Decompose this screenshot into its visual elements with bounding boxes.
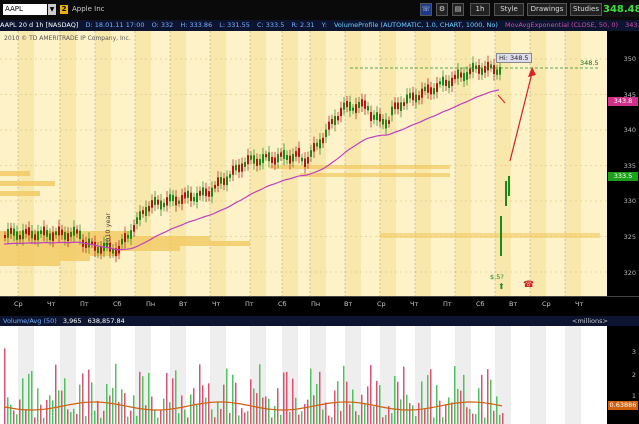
price-tick: 335 [623,162,636,170]
time-axis-label: Ср [542,300,551,308]
high-price-tag: 348.5 [580,59,599,67]
time-axis-label: Ср [377,300,386,308]
time-axis-label: Чт [410,300,419,308]
volume-chart[interactable] [0,326,607,424]
close-label: C: 333.5 [256,21,285,29]
volume-study-label[interactable]: Volume/Avg (50) [3,317,57,325]
last-price-badge: 333.5 [608,172,638,181]
time-axis-label: Чт [212,300,221,308]
symbol-dropdown-icon[interactable]: ▼ [48,4,56,15]
price-tick: 350 [623,55,636,63]
volume-tick: 3 [631,348,636,356]
earnings-marker-icon[interactable]: ☎ [523,280,534,290]
drawings-button[interactable]: Drawings [527,3,567,16]
style-button[interactable]: Style [494,3,524,16]
period-label: AAPL 20 d 1h [NASDAQ] [0,21,79,29]
study-info-bar: AAPL 20 d 1h [NASDAQ] D: 18.01.11 17:00 … [0,20,639,31]
volume-axis: 3 2 1 0.63886 [607,326,639,424]
volume-value: 3,965 [62,317,82,325]
ema-study[interactable]: MovAvgExponential (CLOSE, 50, 0) [505,21,618,29]
symbol-input[interactable]: AAPL [3,4,47,15]
price-tick: 325 [623,233,636,241]
company-name: Apple Inc [72,5,105,13]
high-label: H: 333.86 [180,21,213,29]
timeframe-button[interactable]: 1h [470,3,490,16]
date-label: D: 18.01.11 17:00 [85,21,145,29]
price-chart-canvas [0,31,607,296]
dividend-marker[interactable]: $.5? [490,273,504,281]
ema-price-badge: 343.8 [608,97,638,106]
time-axis-label: Вт [509,300,518,308]
time-axis-label: Чт [47,300,56,308]
time-axis-label: Сб [476,300,485,308]
volume-profile-study[interactable]: VolumeProfile (AUTOMATIC, 1.0, CHART, 10… [334,21,498,29]
year-marker: 2010 year [104,212,112,246]
time-axis-label: Чт [575,300,584,308]
ema-value: 343.8 [625,21,639,29]
open-label: O: 332 [151,21,174,29]
price-tick: 340 [623,126,636,134]
price-axis: 350 345 340 335 330 325 320 343.8 333.5 [607,31,639,296]
time-axis: Ср Чт Пт Сб Пн Вт Чт Пт Сб Пн Вт Ср Чт Пт Сб Вт Ср Чт [0,296,639,311]
time-axis-label: Ср [14,300,23,308]
range-label: R: 2.31 [291,21,315,29]
volume-tick: 2 [631,371,636,379]
high-label: Hi: 348.5 [496,53,532,63]
time-axis-label: Сб [113,300,122,308]
price-tick: 320 [623,269,636,277]
time-axis-label: Пн [311,300,321,308]
volume-tick: 1 [631,392,636,400]
style-label: Style [500,5,518,13]
low-label: L: 331.55 [219,21,250,29]
time-axis-label: Сб [278,300,287,308]
volume-chart-canvas [3,326,581,424]
time-axis-label: Пт [443,300,452,308]
link-group-badge[interactable]: 2 [60,5,68,14]
copyright-text: 2010 © TD AMERITRADE IP Company, Inc. [4,35,131,42]
up-arrow-marker-icon[interactable]: ⬆ [498,282,505,291]
time-axis-label: Пт [80,300,89,308]
avg-volume-value: 638,857.84 [87,317,125,325]
studies-label: Studies [573,5,599,13]
time-axis-label: Вт [344,300,353,308]
studies-button[interactable]: Studies [570,3,602,16]
price-tick: 330 [623,197,636,205]
time-axis-label: Вт [179,300,188,308]
settings-icon[interactable]: ⚙ [436,3,448,16]
time-axis-label: Пн [146,300,156,308]
last-price: 348.48 [603,2,639,17]
volume-header: Volume/Avg (50) 3,965 638,857.84 <millio… [0,316,639,326]
trend-arrow-line [509,72,533,162]
y-label: Y: [321,21,327,29]
chart-icon[interactable]: ▤ [452,3,464,16]
drawings-label: Drawings [530,5,564,13]
price-chart[interactable]: 2010 © TD AMERITRADE IP Company, Inc. Hi… [0,31,607,296]
phone-icon[interactable]: ☏ [420,3,432,16]
volume-units: <millions> [572,317,608,325]
time-axis-label: Пт [245,300,254,308]
volume-avg-badge: 0.63886 [608,401,638,410]
toolbar: AAPL ▼ 2 Apple Inc ☏ ⚙ ▤ 1h Style Drawin… [0,0,639,21]
